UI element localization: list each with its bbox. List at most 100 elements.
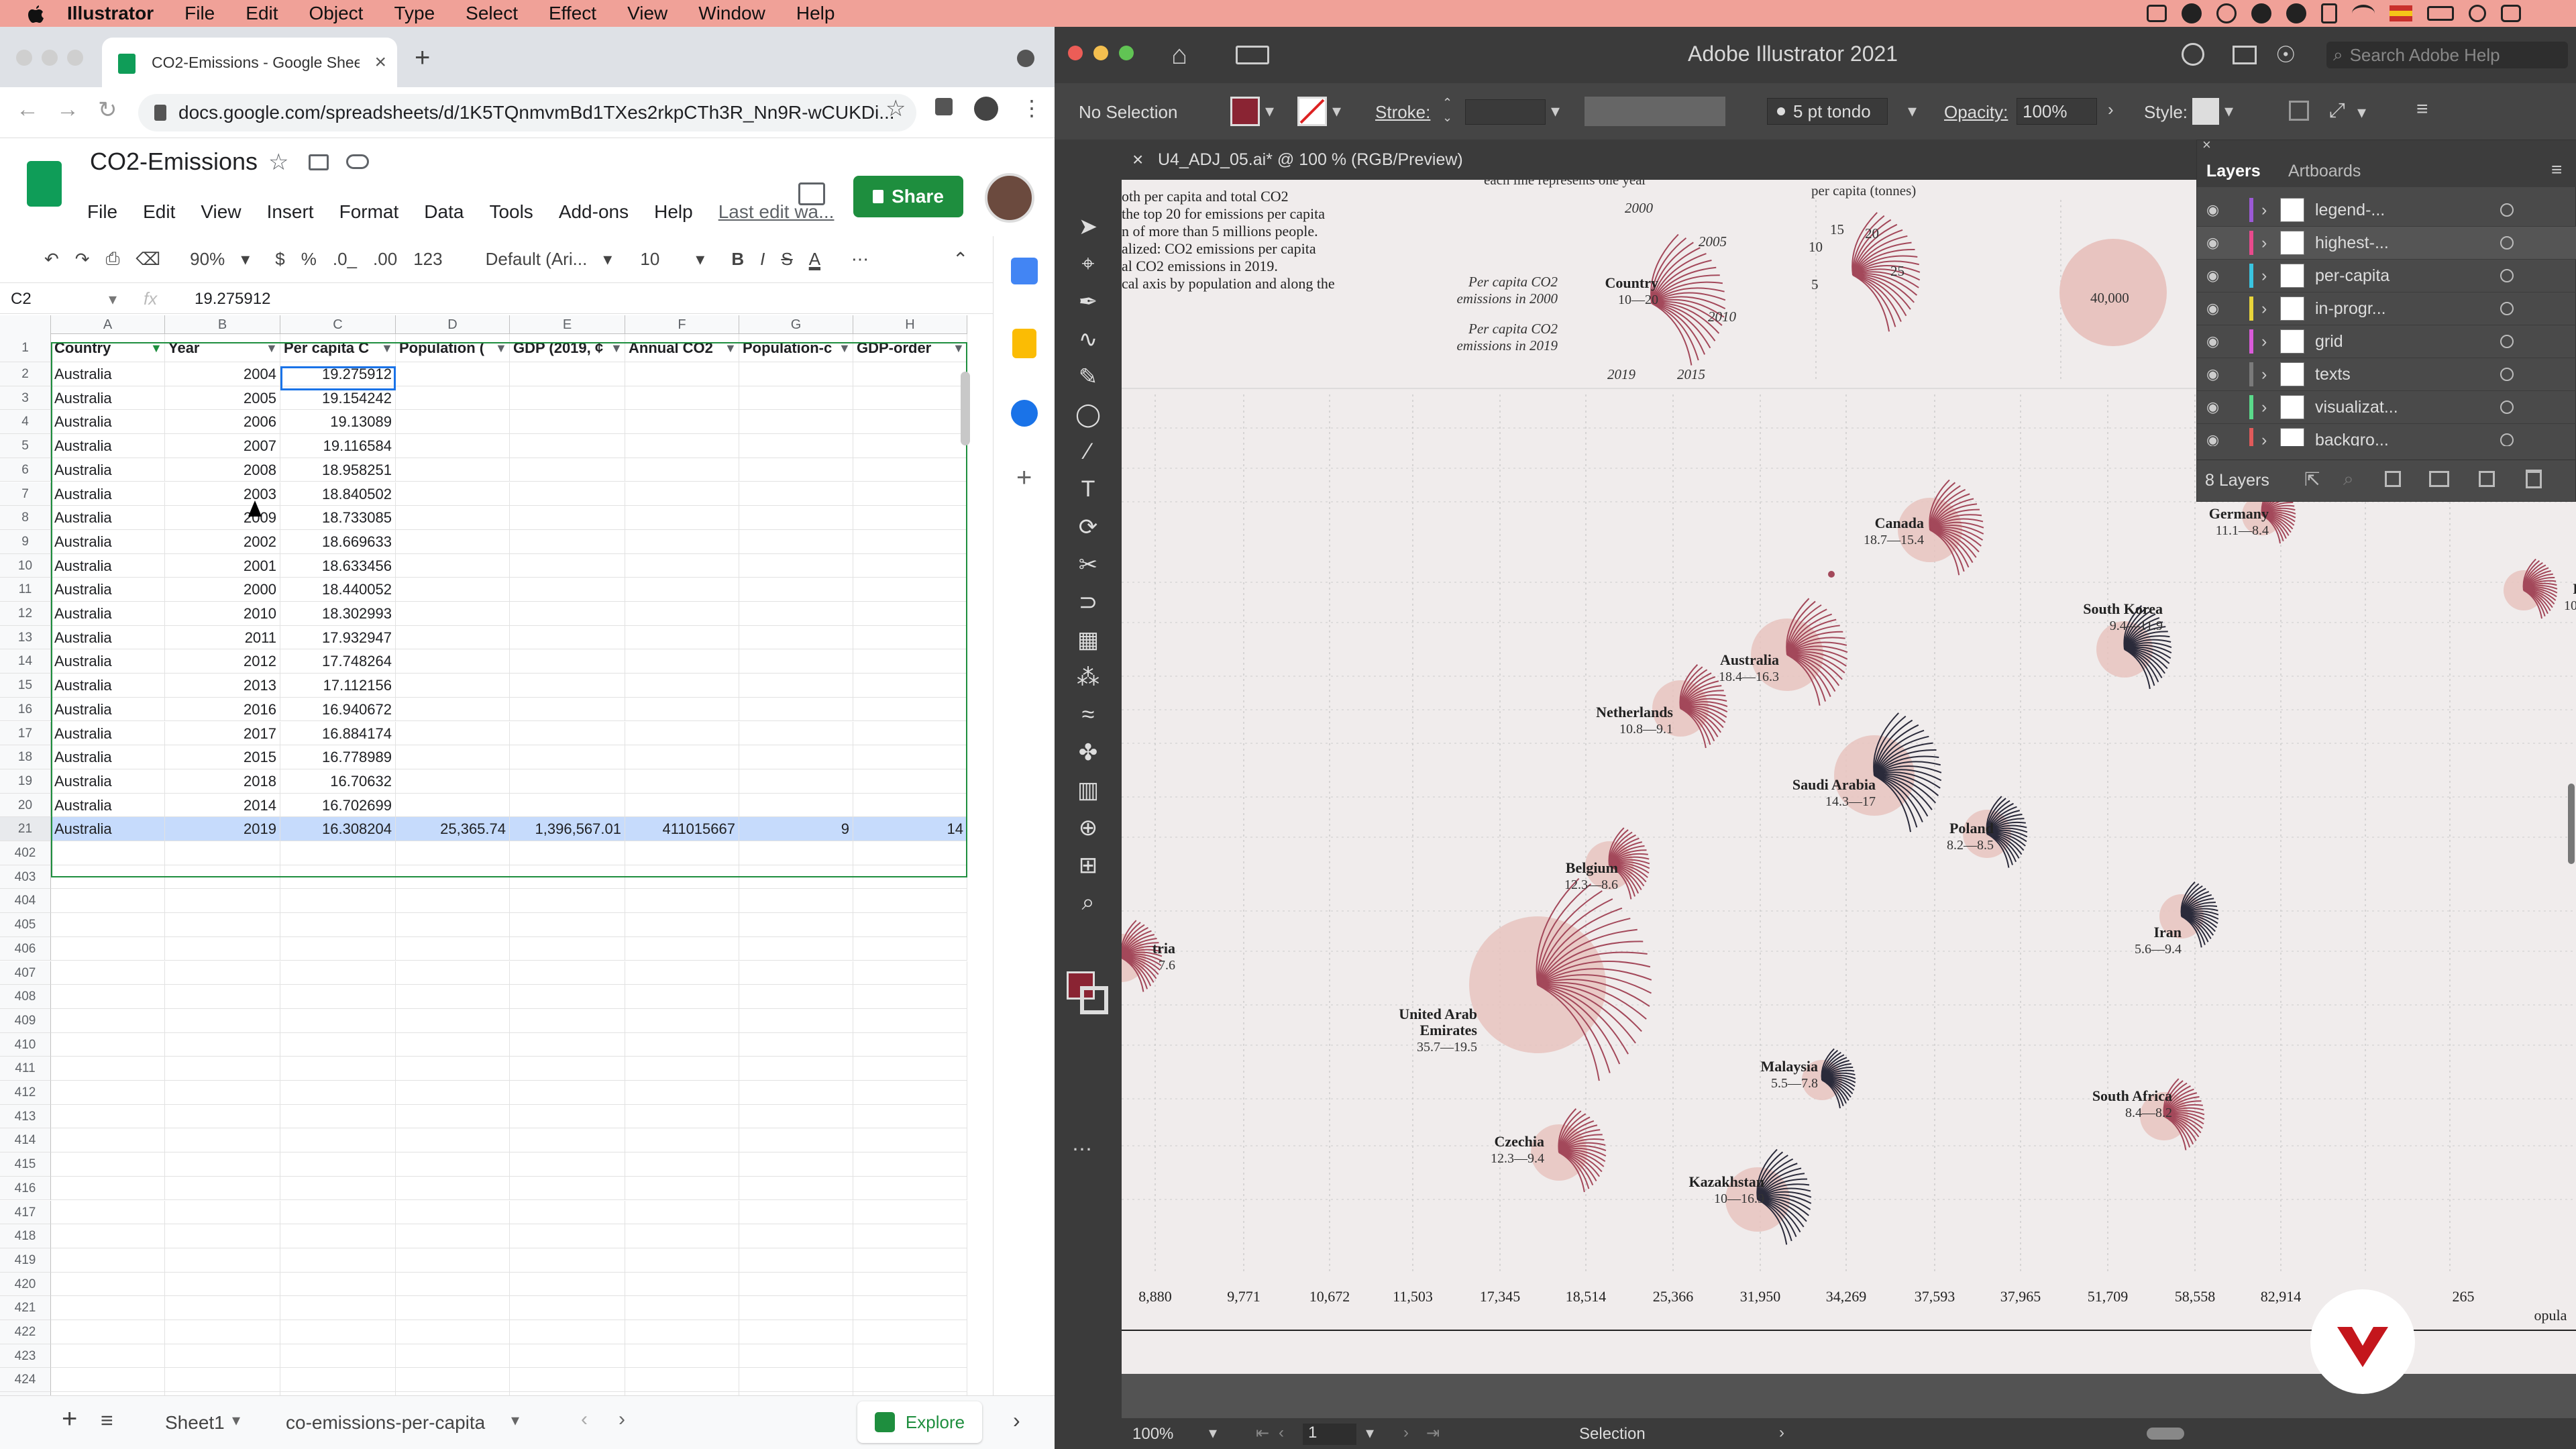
empty-cell[interactable] — [853, 913, 967, 937]
row-header[interactable]: 18 — [0, 745, 51, 769]
cell-per-capita[interactable]: 18.302993 — [280, 602, 396, 626]
header-cell-annual-co2[interactable]: Annual CO2 — [625, 334, 739, 362]
layer-name[interactable]: texts — [2315, 365, 2351, 384]
bluetooth-icon[interactable] — [2321, 3, 2337, 23]
opacity-field[interactable]: 100% — [2017, 98, 2097, 125]
cell-population[interactable] — [396, 793, 510, 818]
row-header[interactable]: 417 — [0, 1200, 51, 1225]
strikethrough-button[interactable]: S — [781, 249, 792, 270]
empty-cell[interactable] — [165, 1224, 280, 1248]
column-header-g[interactable]: G — [739, 315, 853, 334]
empty-cell[interactable] — [510, 1176, 625, 1201]
empty-cell[interactable] — [510, 1128, 625, 1153]
cell-country[interactable]: Australia — [51, 745, 165, 769]
cell-gdp[interactable] — [510, 434, 625, 458]
empty-cell[interactable] — [739, 1032, 853, 1057]
empty-cell[interactable] — [625, 1272, 739, 1297]
empty-cell[interactable] — [51, 1176, 165, 1201]
cell-year[interactable]: 2010 — [165, 602, 280, 626]
cell-gdp-order[interactable] — [853, 482, 967, 506]
cell-gdp[interactable] — [510, 410, 625, 435]
cell-gdp-order[interactable] — [853, 362, 967, 386]
empty-cell[interactable] — [510, 1224, 625, 1248]
empty-cell[interactable] — [51, 1057, 165, 1081]
target-circle-icon[interactable] — [2500, 368, 2514, 381]
layer-row[interactable]: ◉ › in-progr... — [2197, 292, 2576, 325]
cell-year[interactable]: 2005 — [165, 386, 280, 411]
empty-cell[interactable] — [739, 1008, 853, 1033]
selection-tool-icon[interactable]: ➤ — [1073, 213, 1103, 240]
empty-cell[interactable] — [51, 1344, 165, 1368]
cell-population-order[interactable] — [739, 529, 853, 554]
delete-layer-icon[interactable] — [2526, 470, 2542, 488]
account-avatar[interactable] — [985, 173, 1034, 223]
cell-annual-co2[interactable] — [625, 769, 739, 794]
more-formats-button[interactable]: 123 — [413, 249, 442, 270]
expand-chevron-icon[interactable]: › — [2261, 431, 2267, 447]
empty-cell[interactable] — [739, 961, 853, 985]
row-header[interactable]: 14 — [0, 649, 51, 674]
empty-cell[interactable] — [853, 1128, 967, 1153]
canvas-vertical-scroll[interactable] — [2568, 784, 2575, 864]
layer-name[interactable]: visualizat... — [2315, 398, 2398, 417]
cell-population-order[interactable] — [739, 769, 853, 794]
empty-cell[interactable] — [853, 1200, 967, 1225]
sheets-menu-format[interactable]: Format — [339, 201, 399, 223]
empty-cell[interactable] — [51, 1128, 165, 1153]
row-header[interactable]: 408 — [0, 985, 51, 1009]
empty-cell[interactable] — [396, 936, 510, 961]
cell-per-capita[interactable]: 18.958251 — [280, 458, 396, 482]
undo-icon[interactable]: ↶ — [44, 249, 59, 270]
row-header[interactable]: 406 — [0, 936, 51, 961]
width-tool-icon[interactable]: ≈ — [1073, 702, 1103, 728]
cell-country[interactable]: Australia — [51, 602, 165, 626]
cell-population-order[interactable] — [739, 721, 853, 746]
zoom-chevron-icon[interactable]: ▾ — [1209, 1424, 1217, 1443]
empty-cell[interactable] — [165, 1152, 280, 1177]
empty-cell[interactable] — [51, 889, 165, 914]
empty-cell[interactable] — [280, 1008, 396, 1033]
empty-cell[interactable] — [739, 1368, 853, 1393]
empty-cell[interactable] — [280, 913, 396, 937]
empty-cell[interactable] — [396, 1200, 510, 1225]
empty-cell[interactable] — [510, 1057, 625, 1081]
empty-cell[interactable] — [625, 1032, 739, 1057]
cell-country[interactable]: Australia — [51, 793, 165, 818]
row-header[interactable]: 409 — [0, 1008, 51, 1033]
sheet-tab-sheet1[interactable]: Sheet1 — [165, 1412, 225, 1434]
target-circle-icon[interactable] — [2500, 400, 2514, 414]
row-header[interactable]: 419 — [0, 1248, 51, 1273]
empty-cell[interactable] — [165, 841, 280, 865]
vertical-scrollbar[interactable] — [961, 372, 970, 445]
stroke-swatch[interactable] — [1297, 97, 1327, 126]
empty-cell[interactable] — [625, 1368, 739, 1393]
empty-cell[interactable] — [510, 1248, 625, 1273]
empty-cell[interactable] — [510, 1296, 625, 1320]
visibility-eye-icon[interactable]: ◉ — [2206, 366, 2219, 383]
empty-cell[interactable] — [853, 1152, 967, 1177]
cell-gdp[interactable] — [510, 625, 625, 650]
cell-population-order[interactable] — [739, 649, 853, 674]
empty-cell[interactable] — [739, 865, 853, 890]
empty-cell[interactable] — [739, 1104, 853, 1129]
cell-annual-co2[interactable] — [625, 793, 739, 818]
cell-population-order[interactable] — [739, 578, 853, 602]
row-header[interactable]: 20 — [0, 793, 51, 818]
cell-gdp[interactable] — [510, 529, 625, 554]
add-sheet-icon[interactable]: + — [62, 1404, 77, 1434]
name-box-chevron-icon[interactable]: ▾ — [109, 290, 117, 309]
expand-chevron-icon[interactable]: › — [2261, 332, 2267, 352]
cell-annual-co2[interactable]: 411015667 — [625, 817, 739, 841]
cell-per-capita[interactable]: 18.440052 — [280, 578, 396, 602]
wifi-icon[interactable] — [2352, 5, 2375, 22]
visibility-eye-icon[interactable]: ◉ — [2206, 201, 2219, 219]
layer-name[interactable]: in-progr... — [2315, 299, 2386, 319]
target-circle-icon[interactable] — [2500, 203, 2514, 217]
cell-country[interactable]: Australia — [51, 362, 165, 386]
empty-cell[interactable] — [625, 1200, 739, 1225]
cell-annual-co2[interactable] — [625, 674, 739, 698]
cell-population[interactable] — [396, 553, 510, 578]
empty-cell[interactable] — [165, 1081, 280, 1105]
zoom-select[interactable]: 90% — [190, 249, 225, 270]
tab-search-icon[interactable] — [1017, 50, 1034, 67]
